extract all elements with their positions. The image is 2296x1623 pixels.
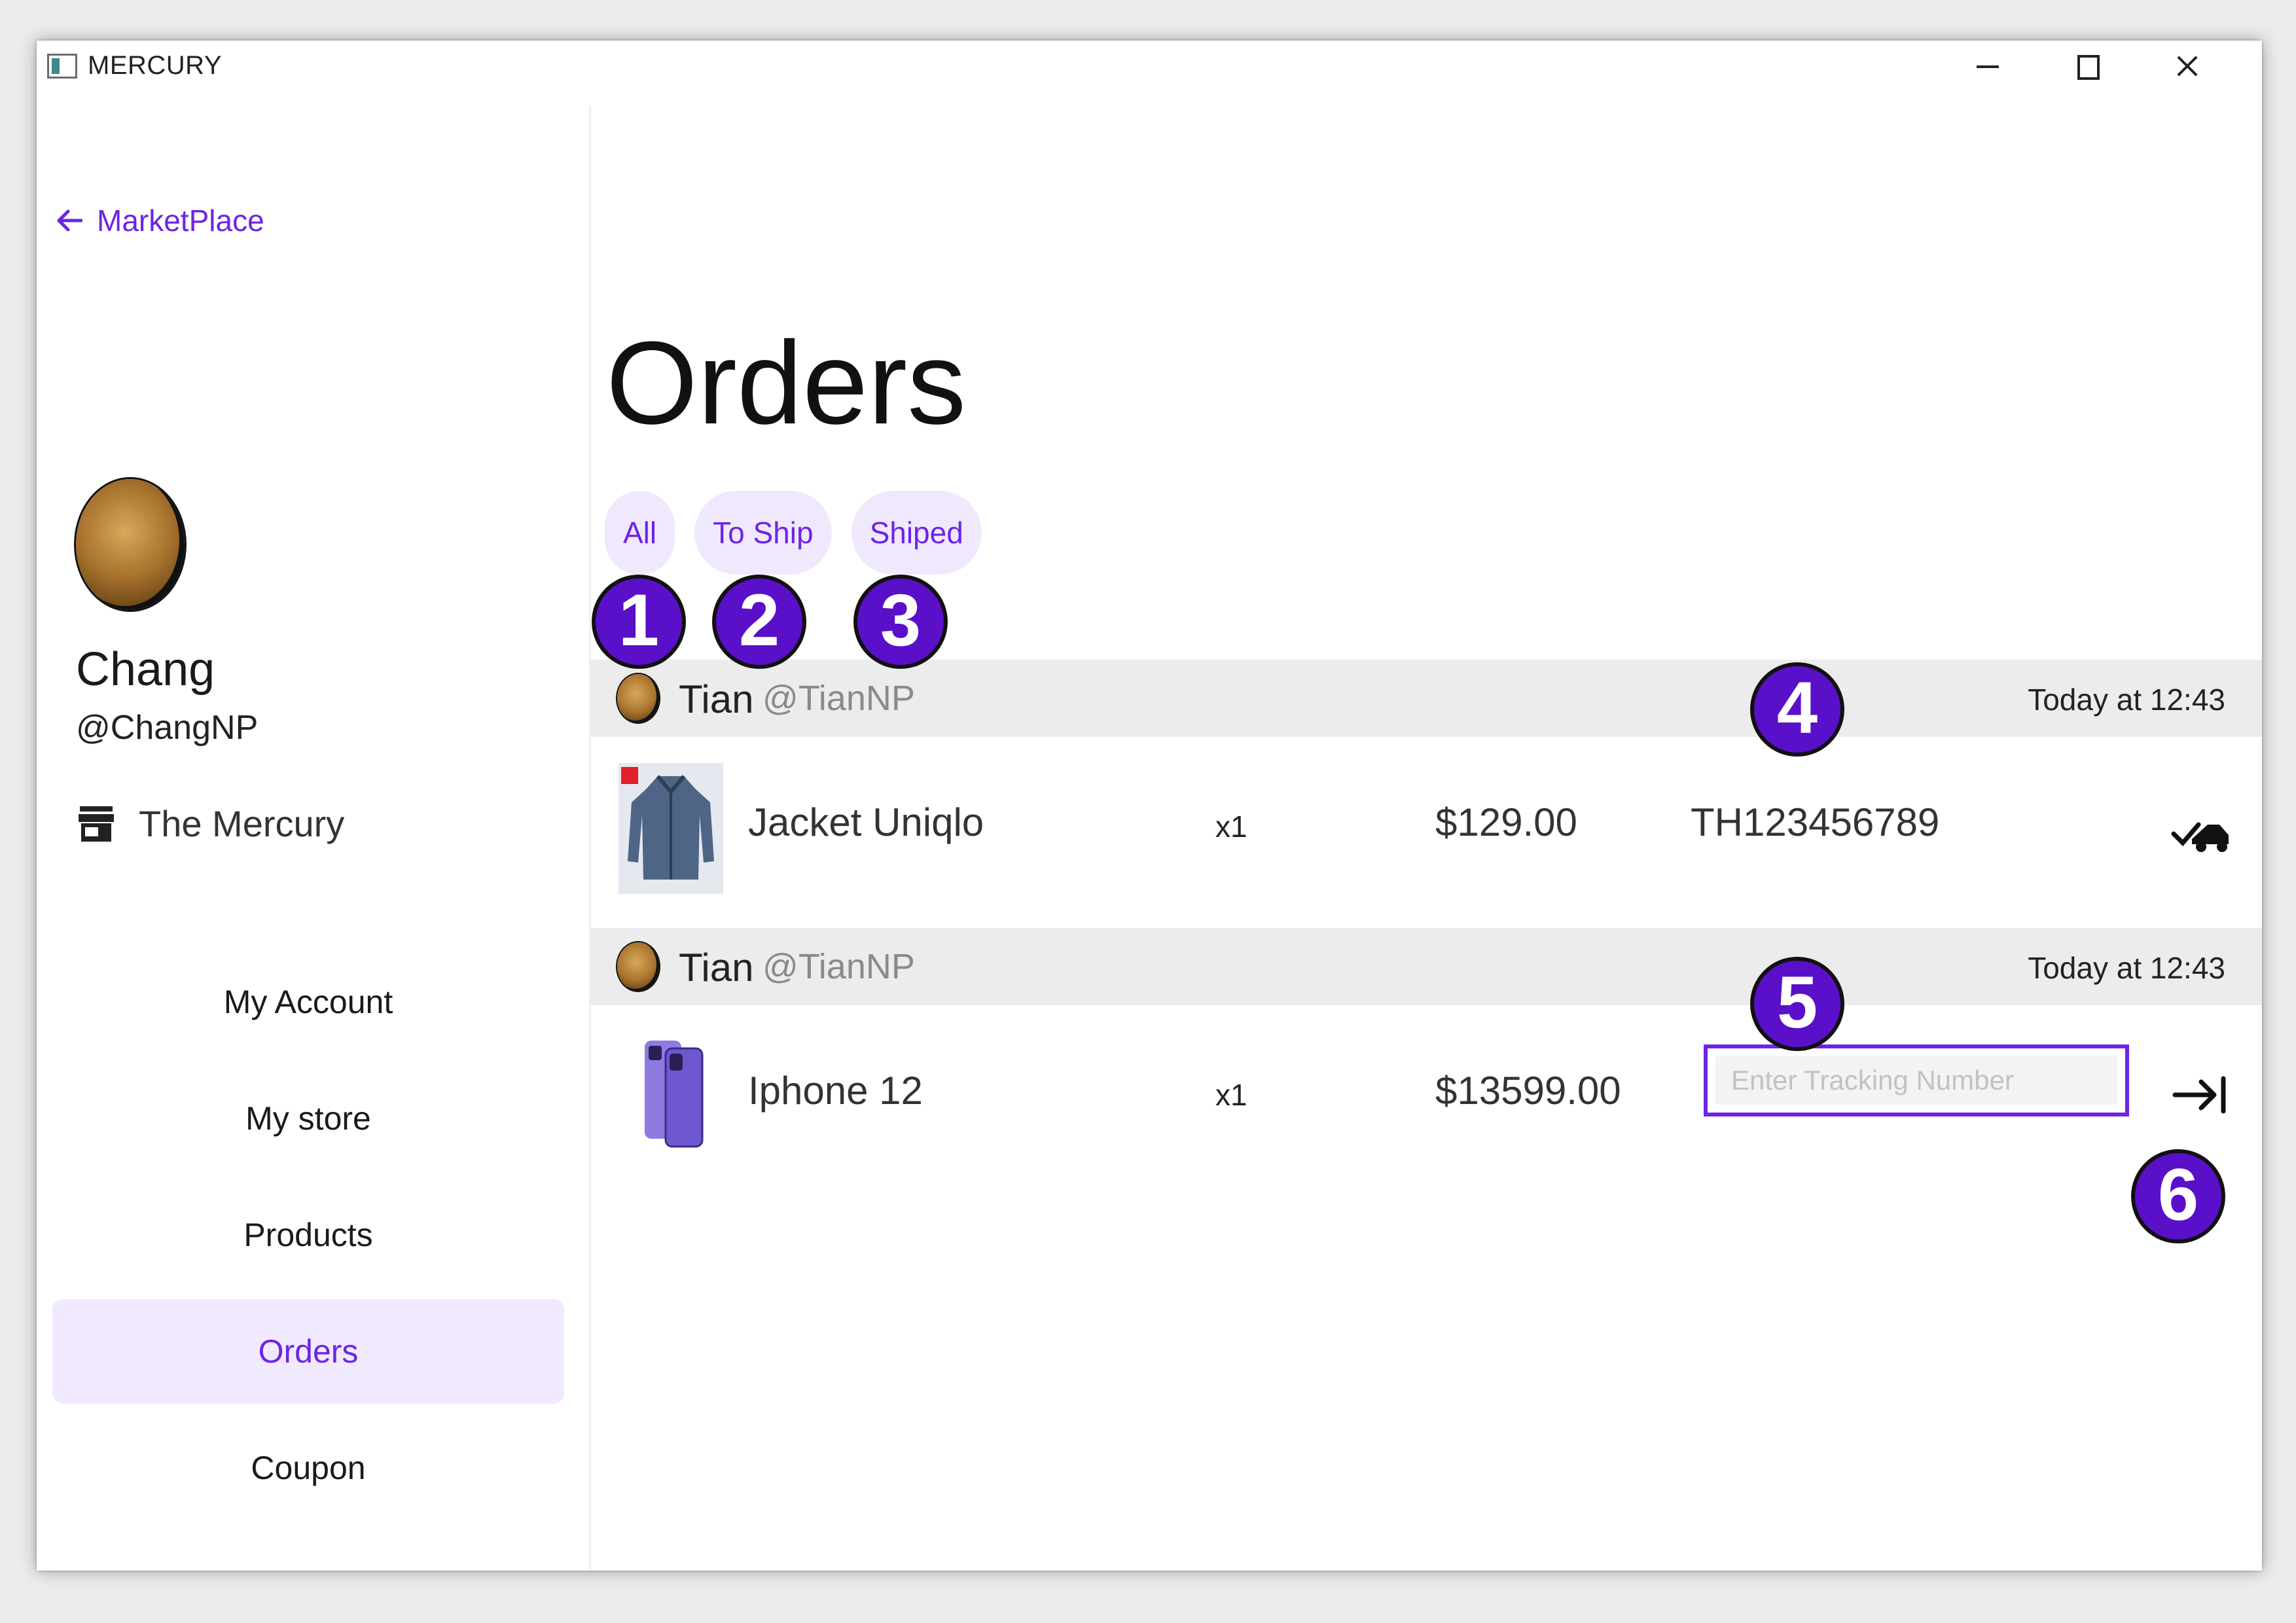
- sidebar-item-my-store[interactable]: My store: [52, 1060, 564, 1177]
- annotation-badge-6: 6: [2131, 1149, 2225, 1243]
- annotation-badge-5: 5: [1750, 957, 1844, 1051]
- arrow-left-icon: [57, 209, 82, 232]
- order-header: Tian @TianNP Today at 12:43: [591, 928, 2262, 1005]
- buyer-handle: @TianNP: [762, 679, 915, 718]
- sidebar-nav: My Account My store Products Orders Coup…: [52, 944, 564, 1526]
- app-icon: [47, 54, 77, 79]
- buyer-name: Tian: [679, 677, 754, 721]
- iphone-product-image: [645, 1041, 704, 1148]
- product-name: Jacket Uniqlo: [748, 800, 984, 844]
- buyer-name: Tian: [679, 946, 754, 990]
- sidebar-item-my-account[interactable]: My Account: [52, 944, 564, 1060]
- sidebar: MarketPlace Chang @ChangNP The Mercury M…: [37, 93, 589, 1571]
- profile-name: Chang: [76, 643, 215, 696]
- annotation-badge-4: 4: [1750, 662, 1844, 757]
- tab-all[interactable]: All: [605, 491, 675, 575]
- app-window: MERCURY MarketPlace Chang @ChangNP The M…: [37, 41, 2262, 1571]
- annotation-badge-3: 3: [853, 575, 948, 669]
- back-to-marketplace-link[interactable]: MarketPlace: [56, 203, 264, 238]
- buyer-avatar: [617, 942, 659, 991]
- annotation-badge-2: 2: [712, 575, 806, 669]
- price: $129.00: [1435, 800, 1577, 844]
- minimize-button[interactable]: [1939, 41, 2037, 93]
- order-row: Iphone 12 x1 $13599.00: [591, 1005, 2262, 1195]
- jacket-product-image: [619, 763, 723, 894]
- tab-shiped[interactable]: Shiped: [851, 491, 982, 575]
- tracking-number: TH123456789: [1691, 800, 1940, 844]
- shipped-truck-check-icon: [2171, 822, 2229, 852]
- order-filter-tabs: All To Ship Shiped: [605, 491, 1001, 575]
- tab-to-ship[interactable]: To Ship: [694, 491, 832, 575]
- quantity: x1: [1215, 810, 1247, 844]
- store-link[interactable]: The Mercury: [76, 802, 344, 845]
- profile-handle: @ChangNP: [76, 709, 259, 747]
- order-time: Today at 12:43: [2028, 951, 2225, 985]
- profile-avatar: [76, 479, 185, 610]
- tracking-number-input[interactable]: [1715, 1056, 2117, 1105]
- order-time: Today at 12:43: [2028, 683, 2225, 717]
- sidebar-item-products[interactable]: Products: [52, 1177, 564, 1293]
- back-link-label: MarketPlace: [97, 204, 264, 238]
- buyer-handle: @TianNP: [762, 947, 915, 986]
- close-button[interactable]: [2138, 41, 2236, 93]
- title-bar: MERCURY: [37, 41, 2262, 93]
- sidebar-item-coupon[interactable]: Coupon: [52, 1410, 564, 1526]
- price: $13599.00: [1435, 1069, 1621, 1113]
- sidebar-item-orders[interactable]: Orders: [52, 1299, 564, 1404]
- store-name: The Mercury: [139, 803, 345, 844]
- product-name: Iphone 12: [748, 1069, 923, 1113]
- arrow-right-to-bar-icon[interactable]: [2168, 1065, 2234, 1124]
- order-row: Jacket Uniqlo x1 $129.00 TH123456789: [591, 737, 2262, 927]
- page-title: Orders: [606, 317, 967, 449]
- quantity: x1: [1215, 1078, 1247, 1112]
- store-icon: [79, 806, 114, 842]
- maximize-button[interactable]: [2038, 41, 2136, 93]
- window-title: MERCURY: [88, 51, 223, 80]
- tracking-input-frame: [1704, 1044, 2129, 1116]
- order-header: Tian @TianNP Today at 12:43: [591, 660, 2262, 737]
- buyer-avatar: [617, 674, 659, 722]
- annotation-badge-1: 1: [592, 575, 686, 669]
